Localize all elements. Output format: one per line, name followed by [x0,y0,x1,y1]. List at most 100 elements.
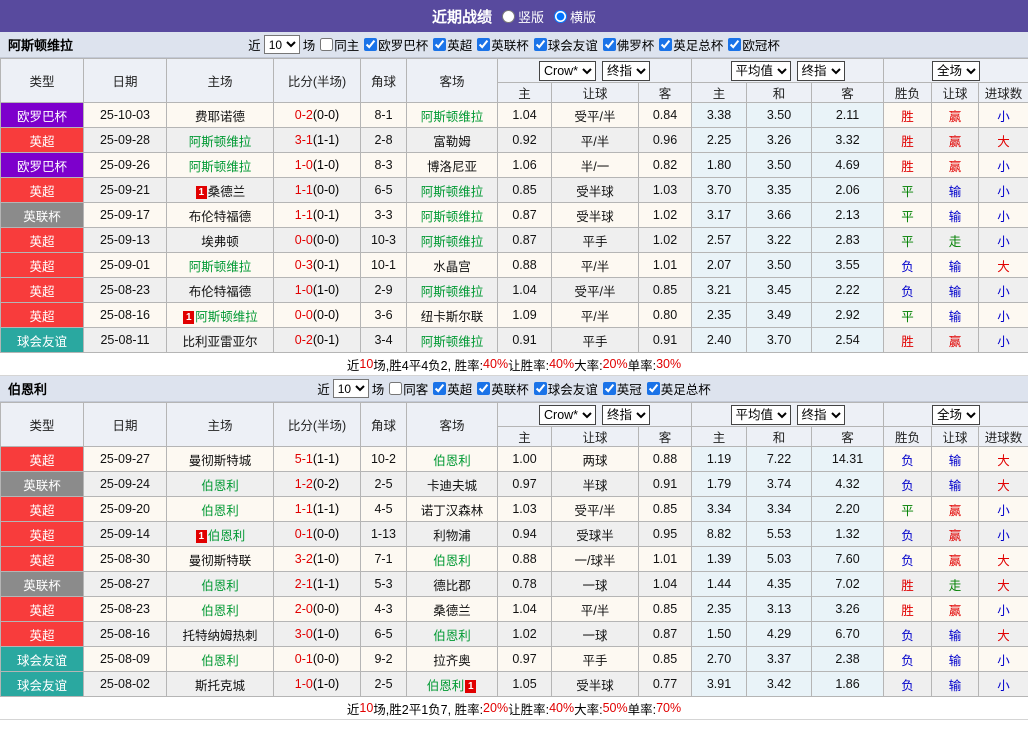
away-team-name[interactable]: 博洛尼亚 [427,160,477,174]
away-team-name[interactable]: 阿斯顿维拉 [421,185,484,199]
league-checkbox[interactable] [534,382,547,395]
league-filter[interactable]: 英超 [433,379,472,398]
avg-home-odds: 1.50 [692,622,747,647]
average-odds-select[interactable]: 平均值 [731,61,791,81]
league-checkbox[interactable] [477,38,490,51]
final-odds-select-2[interactable]: 终指 [797,405,845,425]
home-team-name[interactable]: 布伦特福德 [189,285,252,299]
home-team-name[interactable]: 曼彻斯特城 [189,454,252,468]
fullmatch-select[interactable]: 全场 [932,61,980,81]
same-venue-checkbox[interactable] [389,382,402,395]
home-team-name[interactable]: 伯恩利 [201,479,239,493]
home-team-name[interactable]: 埃弗顿 [201,235,239,249]
fulltime-score: 0-2 [295,108,313,122]
crow-home-odds: 0.94 [498,522,552,547]
home-team-name[interactable]: 伯恩利 [201,654,239,668]
league-checkbox[interactable] [659,38,672,51]
home-team-name[interactable]: 伯恩利 [201,604,239,618]
league-filter[interactable]: 英超 [433,35,472,54]
summary-segment: 40% [549,701,574,715]
league-filter[interactable]: 球会友谊 [534,379,598,398]
same-venue-checkbox[interactable] [320,38,333,51]
vertical-layout-radio[interactable] [502,10,515,23]
crow-company-select[interactable]: Crow* [539,61,596,81]
crow-company-select[interactable]: Crow* [539,405,596,425]
away-team-name[interactable]: 桑德兰 [433,604,471,618]
same-venue-filter[interactable]: 同客 [389,379,428,398]
horizontal-layout-radio[interactable] [554,10,567,23]
away-team-name[interactable]: 水晶宫 [433,260,471,274]
league-filter[interactable]: 球会友谊 [534,35,598,54]
away-team-name[interactable]: 阿斯顿维拉 [421,110,484,124]
league-filter[interactable]: 欧罗巴杯 [364,35,428,54]
corners-cell: 6-5 [361,178,407,203]
home-team-name[interactable]: 阿斯顿维拉 [195,310,258,324]
away-team-name[interactable]: 富勒姆 [433,135,471,149]
league-checkbox[interactable] [534,38,547,51]
away-team-name[interactable]: 德比郡 [433,579,471,593]
home-team-name[interactable]: 布伦特福德 [189,210,252,224]
league-filter[interactable]: 英冠 [603,379,642,398]
league-checkbox[interactable] [364,38,377,51]
home-team-name[interactable]: 阿斯顿维拉 [189,135,252,149]
away-team-name[interactable]: 阿斯顿维拉 [421,335,484,349]
result-cell: 负 [884,278,932,303]
league-filter[interactable]: 英联杯 [477,35,529,54]
away-team-name[interactable]: 伯恩利 [433,454,471,468]
layout-option-horizontal[interactable]: 横版 [554,7,596,26]
home-team-name[interactable]: 托特纳姆热刺 [182,629,257,643]
same-venue-filter[interactable]: 同主 [320,35,359,54]
away-team-name[interactable]: 诺丁汉森林 [421,504,484,518]
league-checkbox[interactable] [433,382,446,395]
home-team-name[interactable]: 伯恩利 [201,504,239,518]
home-team-name[interactable]: 伯恩利 [208,529,246,543]
league-checkbox[interactable] [477,382,490,395]
final-odds-select[interactable]: 终指 [602,405,650,425]
league-checkbox[interactable] [647,382,660,395]
home-team-name[interactable]: 伯恩利 [201,579,239,593]
crow-away-odds: 0.84 [639,103,692,128]
handicap-line: 受半球 [552,203,639,228]
league-filter[interactable]: 欧冠杯 [728,35,780,54]
away-team-name[interactable]: 卡迪夫城 [427,479,477,493]
away-team-name[interactable]: 阿斯顿维拉 [421,235,484,249]
home-team-name[interactable]: 阿斯顿维拉 [189,260,252,274]
recent-count-select[interactable]: 10 [333,379,369,398]
league-badge: 球会友谊 [1,647,84,672]
crow-away-odds: 0.95 [639,522,692,547]
home-team-name[interactable]: 费耶诺德 [195,110,245,124]
away-team-name[interactable]: 阿斯顿维拉 [421,285,484,299]
away-team-name[interactable]: 拉齐奥 [433,654,471,668]
recent-count-select[interactable]: 10 [264,35,300,54]
away-team-name[interactable]: 伯恩利 [433,554,471,568]
away-team-name[interactable]: 伯恩利 [433,629,471,643]
fullmatch-select[interactable]: 全场 [932,405,980,425]
average-odds-select[interactable]: 平均值 [731,405,791,425]
league-filter[interactable]: 佛罗杯 [603,35,655,54]
col-header-h: 主 [498,83,552,103]
layout-option-vertical[interactable]: 竖版 [502,7,544,26]
match-date: 25-09-28 [84,128,167,153]
home-team-name[interactable]: 曼彻斯特联 [189,554,252,568]
away-team-name[interactable]: 阿斯顿维拉 [421,210,484,224]
league-checkbox[interactable] [728,38,741,51]
league-checkbox[interactable] [433,38,446,51]
league-checkbox[interactable] [603,382,616,395]
halftime-score: (0-0) [313,652,339,666]
home-team-name[interactable]: 斯托克城 [195,679,245,693]
league-filter[interactable]: 英足总杯 [647,379,711,398]
away-team-name[interactable]: 纽卡斯尔联 [421,310,484,324]
near-label: 近 [248,35,261,54]
league-filter[interactable]: 英联杯 [477,379,529,398]
league-filter[interactable]: 英足总杯 [659,35,723,54]
home-team-name[interactable]: 比利亚雷亚尔 [182,335,257,349]
final-odds-select-2[interactable]: 终指 [797,61,845,81]
away-team-cell: 诺丁汉森林 [407,497,498,522]
away-team-name[interactable]: 伯恩利 [427,679,465,693]
away-team-name[interactable]: 利物浦 [433,529,471,543]
final-odds-select[interactable]: 终指 [602,61,650,81]
home-team-name[interactable]: 桑德兰 [208,185,246,199]
home-team-name[interactable]: 阿斯顿维拉 [189,160,252,174]
league-checkbox[interactable] [603,38,616,51]
handicap-result-cell: 输 [932,278,979,303]
